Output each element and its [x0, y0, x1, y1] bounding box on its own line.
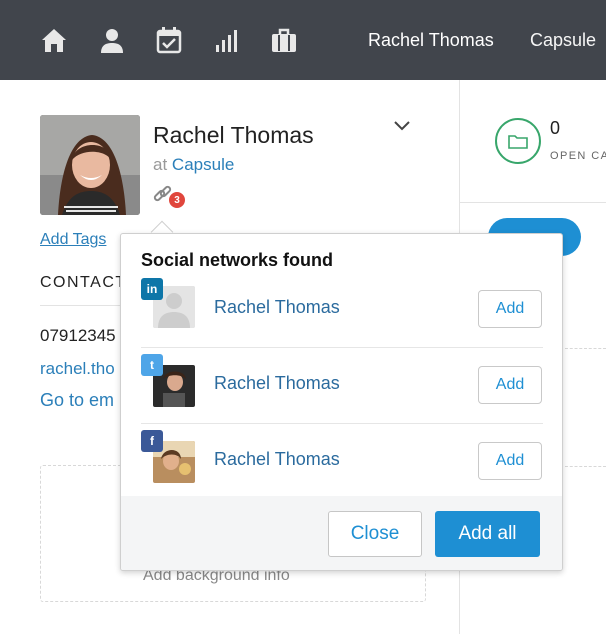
facebook-icon: f	[141, 430, 163, 452]
social-networks-popover: Social networks found in Rachel Thomas A…	[120, 233, 563, 571]
current-user-name[interactable]: Rachel Thomas	[368, 30, 494, 51]
list-item: t Rachel Thomas Add	[141, 348, 543, 424]
organisation-name[interactable]: Capsule	[530, 30, 596, 51]
linkedin-icon: in	[141, 278, 163, 300]
close-button[interactable]: Close	[328, 511, 422, 557]
social-profile-name[interactable]: Rachel Thomas	[214, 449, 340, 470]
briefcase-icon[interactable]	[266, 22, 302, 58]
calendar-check-icon[interactable]	[151, 22, 187, 58]
popover-footer: Close Add all	[121, 496, 562, 570]
contact-phone[interactable]: 07912345	[40, 326, 120, 346]
at-prefix: at	[153, 155, 168, 174]
contact-organisation-line: at Capsule	[153, 155, 234, 175]
add-linkedin-button[interactable]: Add	[478, 290, 542, 328]
social-count-badge: 3	[168, 191, 186, 209]
home-icon[interactable]	[36, 22, 72, 58]
folder-icon	[495, 118, 541, 164]
add-twitter-button[interactable]: Add	[478, 366, 542, 404]
contact-section-heading: CONTACT	[40, 274, 127, 291]
twitter-icon: t	[141, 354, 163, 376]
contact-avatar	[40, 115, 140, 215]
list-item: f Rachel Thomas Add	[141, 424, 543, 500]
go-to-email-link[interactable]: Go to em	[40, 390, 120, 411]
person-icon[interactable]	[94, 22, 130, 58]
contact-organisation-link[interactable]: Capsule	[172, 155, 234, 174]
contact-email-link[interactable]: rachel.tho	[40, 359, 120, 379]
divider	[40, 305, 120, 306]
popover-title: Social networks found	[141, 250, 334, 270]
add-tags-link[interactable]: Add Tags	[40, 231, 106, 249]
open-cases-label: OPEN CA	[550, 150, 606, 162]
social-profile-name[interactable]: Rachel Thomas	[214, 297, 340, 318]
bar-chart-icon[interactable]	[209, 22, 245, 58]
chevron-down-icon[interactable]	[392, 118, 412, 134]
add-all-button[interactable]: Add all	[435, 511, 540, 557]
list-item: in Rachel Thomas Add	[141, 272, 543, 348]
open-cases-count: 0	[550, 118, 561, 138]
top-navigation-bar: Rachel Thomas Capsule	[0, 0, 606, 80]
social-profile-name[interactable]: Rachel Thomas	[214, 373, 340, 394]
contact-name: Rachel Thomas	[153, 122, 314, 148]
dashed-panel	[565, 348, 606, 467]
divider	[460, 202, 606, 203]
add-facebook-button[interactable]: Add	[478, 442, 542, 480]
